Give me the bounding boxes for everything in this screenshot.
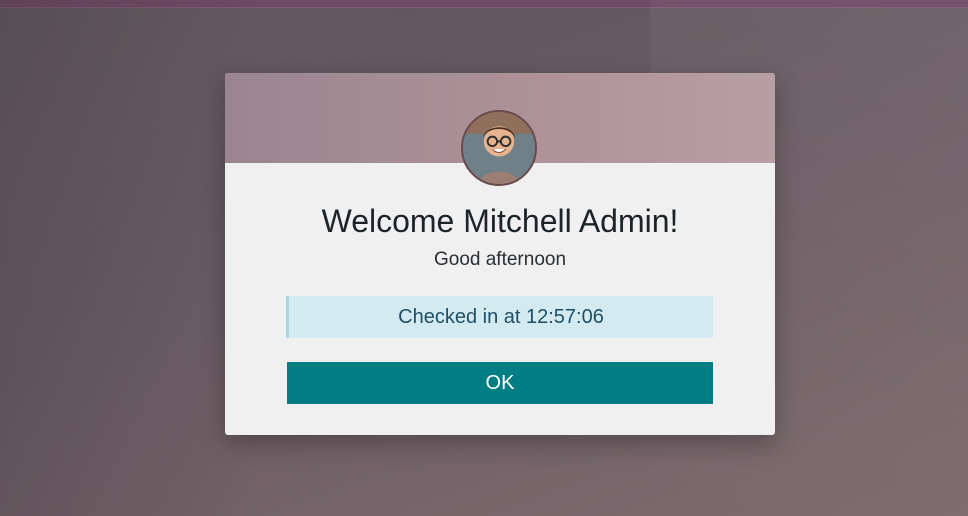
welcome-title: Welcome Mitchell Admin!	[321, 203, 679, 239]
check-in-status-text: Checked in at 12:57:06	[398, 305, 604, 328]
user-avatar	[461, 110, 537, 186]
check-in-status-banner: Checked in at 12:57:06	[286, 296, 713, 338]
top-strip	[0, 0, 968, 8]
background-shape-left	[0, 0, 260, 516]
ok-button[interactable]: OK	[287, 362, 713, 404]
welcome-modal: Welcome Mitchell Admin! Good afternoon C…	[225, 73, 775, 435]
greeting-text: Good afternoon	[433, 249, 567, 270]
